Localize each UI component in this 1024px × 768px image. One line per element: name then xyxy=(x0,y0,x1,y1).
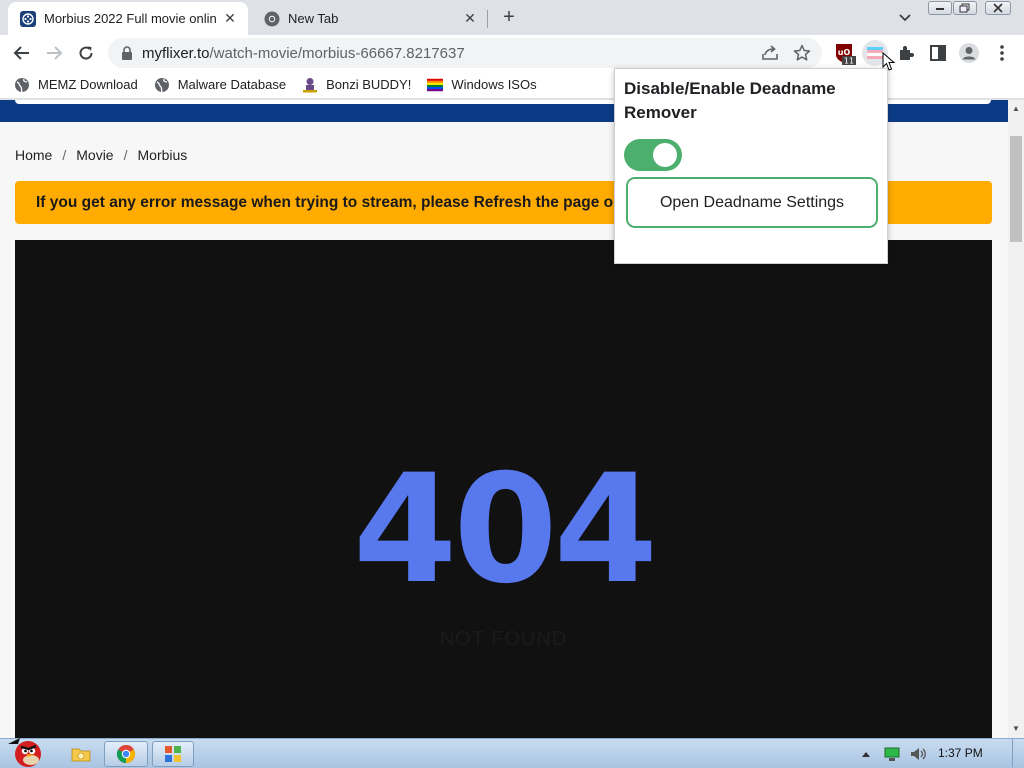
breadcrumb-separator: / xyxy=(123,147,128,163)
minimize-button[interactable] xyxy=(928,1,952,15)
scroll-up-arrow-icon[interactable]: ▲ xyxy=(1012,104,1020,113)
open-deadname-settings-button[interactable]: Open Deadname Settings xyxy=(626,177,878,228)
network-tray-icon[interactable] xyxy=(882,741,902,767)
rainbow-flag-icon xyxy=(427,77,444,93)
film-reel-icon xyxy=(20,10,36,27)
url-host: myflixer.to xyxy=(142,44,210,62)
video-player[interactable]: 404 NOT FOUND xyxy=(15,240,992,738)
bookmark-windows-isos[interactable]: Windows ISOs xyxy=(427,77,537,93)
bookmark-label: MEMZ Download xyxy=(38,77,138,92)
address-bar[interactable]: myflixer.to/watch-movie/morbius-66667.82… xyxy=(108,38,822,68)
close-window-button[interactable] xyxy=(985,1,1011,15)
tab-divider xyxy=(487,10,488,28)
restore-button[interactable] xyxy=(953,1,977,15)
breadcrumb-home-link[interactable]: Home xyxy=(15,147,52,163)
toggle-knob xyxy=(653,143,677,167)
bookmark-bonzi-buddy[interactable]: Bonzi BUDDY! xyxy=(302,77,411,93)
taskbar-chrome-button[interactable] xyxy=(104,741,148,767)
bookmark-label: Windows ISOs xyxy=(451,77,537,92)
extension-badge: 11 xyxy=(844,57,854,66)
popup-title: Disable/Enable Deadname Remover xyxy=(624,79,836,122)
breadcrumb: Home / Movie / Morbius xyxy=(15,147,187,163)
tab-title: Morbius 2022 Full movie onlin xyxy=(44,11,217,26)
side-panel-icon[interactable] xyxy=(926,41,950,65)
bonzi-icon xyxy=(302,77,318,93)
breadcrumb-movie-link[interactable]: Movie xyxy=(76,147,113,163)
taskbar-app-button[interactable] xyxy=(152,741,194,767)
globe-icon xyxy=(154,77,170,93)
share-icon[interactable] xyxy=(760,43,780,63)
scroll-down-arrow-icon[interactable]: ▼ xyxy=(1012,724,1020,733)
ublock-extension-icon[interactable]: uO 11 xyxy=(832,41,856,65)
new-tab-button[interactable]: + xyxy=(498,6,520,28)
chrome-icon xyxy=(264,11,280,27)
bookmark-label: Malware Database xyxy=(177,77,287,92)
file-explorer-icon[interactable] xyxy=(68,741,94,767)
close-tab-icon[interactable]: ✕ xyxy=(460,9,480,29)
forward-icon[interactable] xyxy=(42,41,66,65)
chrome-icon xyxy=(116,745,136,763)
error-message: NOT FOUND xyxy=(439,628,568,650)
page-scrollbar[interactable]: ▲ ▼ xyxy=(1008,100,1024,738)
bookmark-star-icon[interactable] xyxy=(792,43,812,63)
breadcrumb-separator: / xyxy=(62,147,67,163)
tab-title: New Tab xyxy=(288,11,339,26)
tab-new-tab[interactable]: New Tab ✕ xyxy=(252,2,488,35)
tab-strip: Morbius 2022 Full movie onlin ✕ New Tab … xyxy=(0,0,1024,35)
deadname-remover-toggle[interactable] xyxy=(624,139,682,171)
taskbar-clock[interactable]: 1:37 PM xyxy=(938,746,983,760)
angry-bird-start-icon[interactable] xyxy=(2,733,52,768)
tab-morbius[interactable]: Morbius 2022 Full movie onlin ✕ xyxy=(8,2,248,35)
url-path: /watch-movie/morbius-66667.8217637 xyxy=(209,44,465,62)
extensions-puzzle-icon[interactable] xyxy=(894,41,918,65)
scrollbar-thumb[interactable] xyxy=(1010,136,1022,242)
bookmark-memz-download[interactable]: MEMZ Download xyxy=(14,77,138,93)
lock-icon[interactable] xyxy=(120,46,134,60)
error-code: 404 xyxy=(352,443,658,617)
reload-icon[interactable] xyxy=(74,41,98,65)
browser-toolbar: myflixer.to/watch-movie/morbius-66667.82… xyxy=(0,35,1024,71)
breadcrumb-current: Morbius xyxy=(137,147,188,163)
back-icon[interactable] xyxy=(10,41,34,65)
globe-icon xyxy=(14,77,30,93)
kebab-menu-icon[interactable] xyxy=(990,41,1014,65)
tab-search-icon[interactable] xyxy=(895,8,915,28)
bookmark-label: Bonzi BUDDY! xyxy=(326,77,412,92)
bookmark-malware-database[interactable]: Malware Database xyxy=(154,77,286,93)
volume-tray-icon[interactable] xyxy=(908,741,928,767)
url-text: myflixer.to/watch-movie/morbius-66667.82… xyxy=(142,45,465,62)
deadname-remover-popup: Disable/Enable Deadname Remover Open Dea… xyxy=(614,68,888,264)
show-desktop-button[interactable] xyxy=(1012,739,1022,767)
windows-taskbar: 1:37 PM xyxy=(0,738,1024,768)
app-grid-icon xyxy=(165,746,181,762)
show-hidden-icons-arrow-icon[interactable] xyxy=(858,741,874,767)
profile-avatar-icon[interactable] xyxy=(957,41,981,65)
close-tab-icon[interactable]: ✕ xyxy=(220,9,240,29)
